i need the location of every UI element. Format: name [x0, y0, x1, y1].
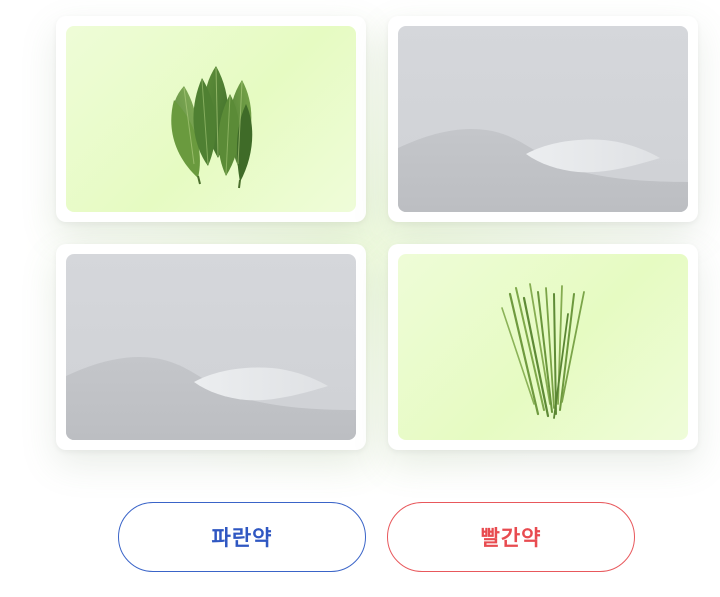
chive-stems-icon [501, 283, 585, 419]
placeholder-landscape-icon [66, 356, 356, 440]
card-image-chive-stems [398, 254, 688, 440]
image-card-4[interactable] [388, 244, 698, 450]
bay-leaves-icon [171, 66, 253, 189]
card-image-placeholder [66, 254, 356, 440]
card-image-placeholder [398, 26, 688, 212]
image-card-3[interactable] [56, 244, 366, 450]
image-card-1[interactable] [56, 16, 366, 222]
placeholder-landscape-icon [398, 128, 688, 212]
image-card-2[interactable] [388, 16, 698, 222]
card-image-bay-leaves [66, 26, 356, 212]
red-pill-button[interactable]: 빨간약 [387, 502, 635, 572]
blue-pill-button[interactable]: 파란약 [118, 502, 366, 572]
